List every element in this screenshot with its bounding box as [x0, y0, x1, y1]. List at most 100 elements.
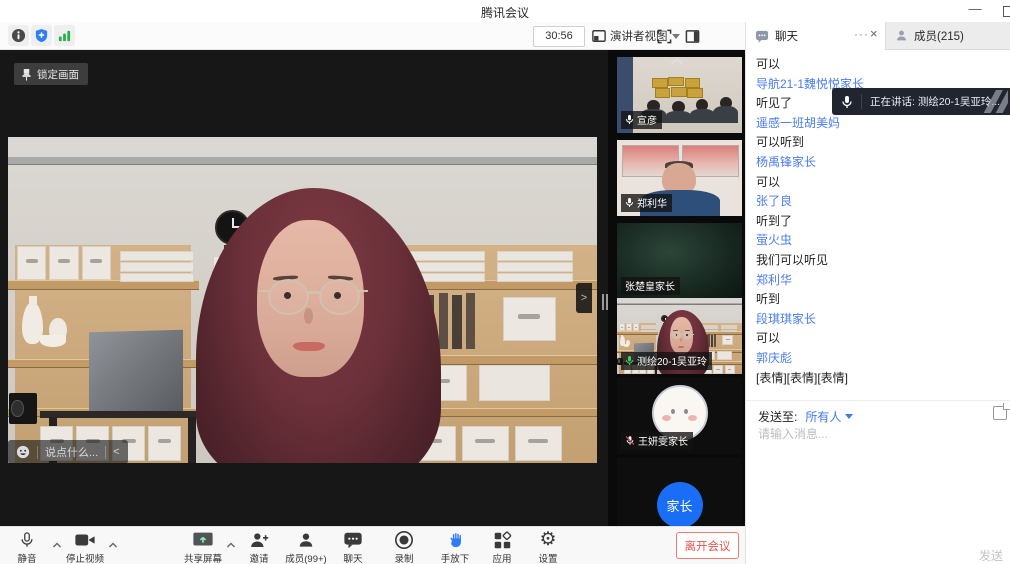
- speaking-toast-text: 正在讲话: 测绘20-1吴亚玲...: [870, 94, 1000, 109]
- participant-name: 测绘20-1吴亚玲: [637, 353, 707, 368]
- security-button[interactable]: [31, 25, 52, 46]
- send-to-label: 发送至:: [758, 408, 797, 425]
- send-to-value: 所有人: [805, 408, 841, 425]
- strip-resize-handle[interactable]: [602, 294, 608, 310]
- chat-message: 听到了: [756, 212, 1001, 232]
- info-icon: [11, 28, 26, 43]
- settings-label: 设置: [538, 551, 557, 564]
- participant-thumbnail-strip: 宣彦 郑利华 张楚皇家长: [608, 50, 745, 526]
- divider: [37, 446, 38, 459]
- lower-hand-label: 手放下: [441, 551, 470, 564]
- stop-video-button[interactable]: 停止视频: [54, 530, 116, 564]
- chat-bubble-icon: [755, 30, 769, 43]
- microphone-icon: [18, 530, 36, 550]
- send-to-selector[interactable]: 所有人: [805, 408, 853, 425]
- more-options-icon[interactable]: ···: [854, 27, 869, 41]
- leave-meeting-button[interactable]: 离开会议: [676, 532, 739, 559]
- tab-members-label: 成员(215): [914, 28, 964, 44]
- share-screen-label: 共享屏幕: [184, 551, 222, 564]
- invite-label: 邀请: [249, 551, 268, 564]
- invite-icon: [249, 530, 270, 550]
- chat-message: 可以: [756, 55, 1001, 75]
- chat-input[interactable]: [756, 426, 990, 442]
- members-icon: [296, 530, 316, 550]
- pin-view-button[interactable]: 锁定画面: [14, 63, 88, 85]
- chat-message: 可以听到: [756, 133, 1001, 153]
- mic-on-icon: [625, 197, 634, 208]
- layout-icon: [592, 29, 606, 43]
- shield-icon: [34, 28, 49, 43]
- network-status-button[interactable]: [54, 25, 75, 46]
- thumbnail-participant[interactable]: 张楚皇家长: [617, 223, 742, 299]
- video-options-caret[interactable]: [109, 535, 118, 553]
- share-screen-button[interactable]: 共享屏幕: [172, 530, 234, 564]
- pin-icon: [21, 68, 32, 81]
- chat-message: 可以: [756, 173, 1001, 193]
- chat-sender: 遥感一班胡美妈: [756, 114, 1001, 134]
- title-bar: 腾讯会议 —: [0, 0, 1010, 22]
- signal-bars-icon: [57, 28, 72, 43]
- mute-label: 静音: [17, 551, 36, 564]
- settings-button[interactable]: ⚙ 设置: [517, 530, 579, 564]
- side-panel-button[interactable]: [684, 28, 700, 44]
- chat-sender: 杨禹锋家长: [756, 153, 1001, 173]
- quick-reaction-placeholder: 说点什么...: [45, 444, 98, 460]
- participant-name-badge: 测绘20-1吴亚玲: [621, 352, 712, 370]
- mute-button[interactable]: 静音: [0, 530, 58, 564]
- expand-panel-handle[interactable]: >: [576, 283, 592, 313]
- quick-reaction-bar[interactable]: 说点什么... <: [8, 440, 128, 464]
- meeting-window: 腾讯会议 — 30:56 演讲者视图: [0, 0, 1010, 564]
- divider: [861, 94, 862, 109]
- app-title: 腾讯会议: [481, 4, 529, 21]
- speaker-stage: 锁定画面 说点什么... < >: [0, 50, 608, 526]
- tab-members[interactable]: 成员(215): [885, 22, 1010, 50]
- tab-chat-label: 聊天: [775, 28, 798, 44]
- divider: [746, 400, 1010, 401]
- members-icon: [895, 29, 908, 42]
- mic-muted-icon: [625, 435, 635, 446]
- chat-sender: 段琪琪家长: [756, 310, 1001, 330]
- chat-message: 听到: [756, 290, 1001, 310]
- record-icon: [394, 530, 414, 550]
- fullscreen-button[interactable]: [656, 28, 672, 44]
- participant-name: 张楚皇家长: [625, 278, 675, 293]
- side-panel-icon: [685, 29, 700, 44]
- panel-tabs: 聊天 ··· × 成员(215): [746, 22, 1010, 50]
- fullscreen-icon: [657, 29, 672, 44]
- members-label: 成员(99+): [285, 551, 326, 564]
- chevron-right-icon: >: [581, 292, 587, 304]
- thumbnail-active-speaker[interactable]: 测绘20-1吴亚玲: [617, 298, 742, 374]
- participant-name: 郑利华: [637, 195, 667, 210]
- collapse-strip-button[interactable]: [666, 54, 688, 68]
- chat-sender: 郑利华: [756, 271, 1001, 291]
- chevron-down-icon: [845, 414, 853, 419]
- thumbnail-participant[interactable]: 郑利华: [617, 140, 742, 216]
- popout-chat-icon[interactable]: [993, 406, 1007, 420]
- meeting-toolbar: 30:56 演讲者视图: [0, 22, 745, 50]
- meeting-info-button[interactable]: [8, 25, 29, 46]
- tab-chat[interactable]: 聊天 ··· ×: [746, 22, 885, 50]
- collapse-left-icon[interactable]: <: [113, 446, 119, 458]
- chevron-down-icon: [672, 34, 680, 39]
- maximize-button[interactable]: [1003, 6, 1010, 17]
- camera-icon: [74, 530, 96, 550]
- chat-sender: 张了良: [756, 192, 1001, 212]
- record-label: 录制: [394, 551, 413, 564]
- chat-sender: 郭庆彪: [756, 349, 1001, 369]
- chat-message: [表情][表情][表情]: [756, 369, 1001, 389]
- camera-prop: [9, 393, 37, 424]
- apps-icon: [493, 531, 512, 550]
- thumbnail-participant[interactable]: 王妍雯家长: [617, 378, 742, 454]
- minimize-button[interactable]: —: [966, 0, 984, 20]
- thumbnail-participant[interactable]: 家长 张子宇家长: [617, 458, 742, 526]
- speaking-toast: 正在讲话: 测绘20-1吴亚玲...: [832, 88, 1010, 115]
- close-icon[interactable]: ×: [870, 26, 878, 41]
- chat-message: 可以: [756, 329, 1001, 349]
- mic-on-icon: [625, 114, 634, 125]
- participant-name-badge: 张楚皇家长: [621, 277, 680, 295]
- speaker-scene: [8, 137, 597, 463]
- send-button[interactable]: 发送: [979, 547, 1010, 564]
- stop-video-label: 停止视频: [66, 551, 104, 564]
- thumbnail-room[interactable]: 宣彦: [617, 57, 742, 133]
- chat-label: 聊天: [343, 551, 362, 564]
